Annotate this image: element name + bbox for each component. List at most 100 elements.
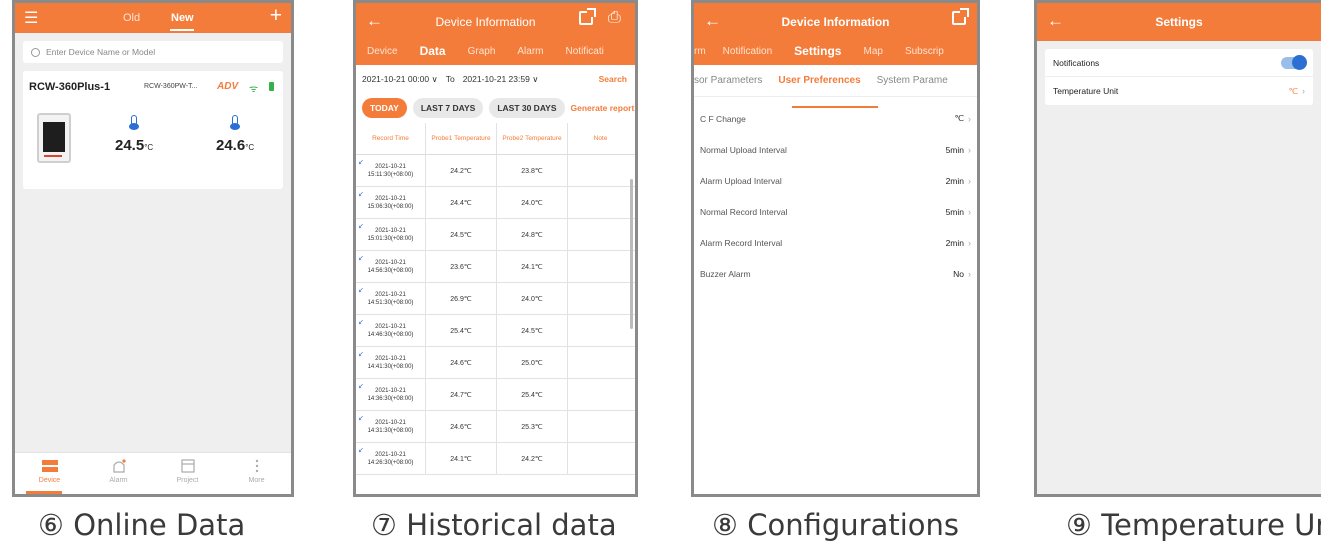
generate-report-button[interactable]: Generate report (571, 103, 635, 113)
caption-online-data: ⑥ Online Data (38, 508, 246, 542)
wifi-icon: ᯤ (249, 84, 259, 95)
tab-alarm[interactable]: Alarm (506, 46, 554, 57)
probe1-value: 24.5°C (115, 137, 154, 154)
probe2-cell: 23.8℃ (496, 155, 567, 186)
page-title: Device Information (781, 15, 890, 29)
last-30-days-button[interactable]: LAST 30 DAYS (489, 98, 565, 118)
table-row[interactable]: ↙ 2021-10-21 14:31:30(+08:00) 24.6℃ 25.3℃ (356, 411, 635, 443)
tab-notification[interactable]: Notification (712, 46, 783, 57)
probe1-cell: 24.2℃ (425, 155, 496, 186)
sync-arrow-icon: ↙ (358, 447, 364, 454)
chevron-right-icon: › (968, 175, 971, 186)
tab-map[interactable]: Map (852, 46, 893, 57)
probe1-cell: 24.6℃ (425, 411, 496, 442)
subtab-sensor-parameters[interactable]: sor Parameters (694, 75, 770, 86)
nav-more[interactable]: More (222, 453, 291, 494)
record-time-cell: 2021-10-21 14:26:30(+08:00) (367, 451, 414, 466)
record-time-cell: 2021-10-21 14:36:30(+08:00) (367, 387, 414, 402)
table-row[interactable]: ↙ 2021-10-21 14:41:30(+08:00) 24.6℃ 25.0℃ (356, 347, 635, 379)
note-cell (567, 379, 633, 410)
share-icon[interactable] (952, 8, 969, 25)
device-card[interactable]: RCW-360Plus-1 RCW-360PW-T... ADV ᯤ 24.5°… (23, 71, 283, 189)
to-label: To (445, 74, 455, 84)
search-input[interactable]: Enter Device Name or Model (23, 41, 283, 63)
table-row[interactable]: ↙ 2021-10-21 14:46:30(+08:00) 25.4℃ 24.5℃ (356, 315, 635, 347)
active-tab-indicator (170, 29, 194, 31)
sync-arrow-icon: ↙ (358, 223, 364, 230)
share-icon[interactable] (579, 8, 596, 25)
last-7-days-button[interactable]: LAST 7 DAYS (412, 98, 484, 118)
tab-data[interactable]: Data (409, 44, 457, 58)
notifications-row[interactable]: Notifications (1045, 49, 1313, 77)
setting-row[interactable]: Alarm Upload Interval 2min › (694, 165, 977, 196)
table-row[interactable]: ↙ 2021-10-21 14:36:30(+08:00) 24.7℃ 25.4℃ (356, 379, 635, 411)
historical-data-screen: ← Device Information ⎙ Device Data Graph… (353, 0, 638, 497)
caption-historical-data: ⑦ Historical data (371, 508, 617, 542)
online-data-screen: ☰ Old New + Enter Device Name or Model R… (12, 0, 294, 497)
note-cell (567, 251, 633, 282)
note-cell (567, 315, 633, 346)
search-placeholder: Enter Device Name or Model (46, 47, 156, 57)
table-row[interactable]: ↙ 2021-10-21 15:01:30(+08:00) 24.5℃ 24.8℃ (356, 219, 635, 251)
subtab-user-preferences[interactable]: User Preferences (770, 75, 868, 86)
setting-row[interactable]: Buzzer Alarm No › (694, 258, 977, 289)
tab-old[interactable]: Old (123, 12, 140, 24)
table-row[interactable]: ↙ 2021-10-21 15:06:30(+08:00) 24.4℃ 24.0℃ (356, 187, 635, 219)
tab-device[interactable]: Device (356, 46, 409, 57)
nav-alarm[interactable]: Alarm (84, 453, 153, 494)
history-table-body: ↙ 2021-10-21 15:11:30(+08:00) 24.2℃ 23.8℃ ↙ 20… (356, 155, 635, 475)
search-icon (31, 47, 40, 57)
sync-arrow-icon: ↙ (358, 383, 364, 390)
setting-row[interactable]: Normal Upload Interval 5min › (694, 134, 977, 165)
nav-device[interactable]: Device (15, 453, 84, 494)
col-record-time: Record Time (372, 135, 409, 142)
setting-value: 5min (945, 144, 964, 155)
record-time-cell: 2021-10-21 14:31:30(+08:00) (367, 419, 414, 434)
alarm-icon (112, 459, 126, 473)
probe2-cell: 24.2℃ (496, 443, 567, 474)
nav-project[interactable]: Project (153, 453, 222, 494)
page-title: Settings (1155, 15, 1203, 29)
search-button[interactable]: Search (599, 74, 627, 84)
tab-subscription[interactable]: Subscrip (894, 46, 955, 57)
today-button[interactable]: TODAY (362, 98, 407, 118)
table-row[interactable]: ↙ 2021-10-21 14:26:30(+08:00) 24.1℃ 24.2℃ (356, 443, 635, 475)
probe2-value: 24.6°C (216, 137, 255, 154)
setting-row[interactable]: Alarm Record Interval 2min › (694, 227, 977, 258)
subtab-system-parameters[interactable]: System Parame (869, 75, 956, 86)
tab-notification[interactable]: Notificati (555, 46, 615, 57)
more-icon (255, 459, 258, 473)
record-time-cell: 2021-10-21 14:56:30(+08:00) (367, 259, 414, 274)
probe1-cell: 24.6℃ (425, 347, 496, 378)
tab-settings[interactable]: Settings (783, 44, 852, 58)
setting-label: Normal Upload Interval (700, 144, 787, 155)
tab-graph[interactable]: Graph (457, 46, 507, 57)
notifications-label: Notifications (1053, 57, 1100, 68)
table-row[interactable]: ↙ 2021-10-21 14:51:30(+08:00) 26.9℃ 24.0℃ (356, 283, 635, 315)
thermometer-icon (230, 115, 240, 130)
setting-row[interactable]: Normal Record Interval 5min › (694, 196, 977, 227)
temperature-unit-row[interactable]: Temperature Unit ℃ › (1045, 77, 1313, 105)
add-icon[interactable]: + (270, 4, 282, 28)
end-date-select[interactable]: 2021-10-21 23:59 ∨ (463, 74, 539, 85)
probe2-cell: 24.1℃ (496, 251, 567, 282)
tab-alarm[interactable]: rm (694, 46, 712, 57)
note-cell (567, 219, 633, 250)
date-range-row: 2021-10-21 00:00 ∨ To 2021-10-21 23:59 ∨… (356, 65, 635, 93)
project-icon (180, 459, 195, 473)
record-time-cell: 2021-10-21 14:41:30(+08:00) (367, 355, 414, 370)
probe1-cell: 23.6℃ (425, 251, 496, 282)
start-date-select[interactable]: 2021-10-21 00:00 ∨ (362, 74, 438, 85)
sync-arrow-icon: ↙ (358, 255, 364, 262)
notifications-toggle[interactable] (1281, 54, 1307, 70)
chevron-right-icon: › (968, 144, 971, 155)
print-icon[interactable]: ⎙ (608, 9, 621, 27)
table-row[interactable]: ↙ 2021-10-21 15:11:30(+08:00) 24.2℃ 23.8℃ (356, 155, 635, 187)
menu-icon[interactable]: ☰ (24, 8, 38, 28)
tab-new[interactable]: New (171, 12, 194, 24)
quick-range-row: TODAY LAST 7 DAYS LAST 30 DAYS Generate … (356, 93, 635, 123)
table-row[interactable]: ↙ 2021-10-21 14:56:30(+08:00) 23.6℃ 24.1℃ (356, 251, 635, 283)
device-name: RCW-360Plus-1 (29, 81, 111, 93)
active-subtab-indicator (792, 106, 878, 108)
scrollbar[interactable] (630, 179, 633, 329)
